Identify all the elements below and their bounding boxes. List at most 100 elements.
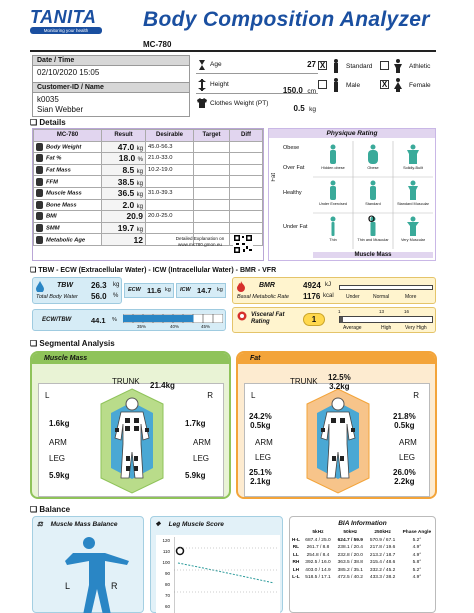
bmr-label: BMR — [259, 282, 275, 289]
physique-x-label: Muscle Mass — [313, 252, 433, 258]
detail-target — [193, 198, 230, 212]
detail-diff — [229, 198, 263, 212]
clothes-row: Clothes Weight (PT) 0.5 kg — [196, 97, 318, 113]
height-value: 150.0 — [282, 86, 303, 95]
muscle-segment-panel: Muscle Mass L R 1.6kg 1.7kg ARM ARM LEG … — [30, 351, 231, 499]
detail-label-text: Fat Mass — [46, 167, 71, 174]
detail-unit: kg — [136, 203, 143, 210]
tbw-pct-unit: % — [113, 293, 119, 299]
muscle-left-marker: L — [45, 391, 50, 400]
fat-right-leg-pct: 26.0% — [393, 468, 416, 477]
leg-score-ytick: 120 — [162, 538, 170, 543]
ecw-tbw-value: 44.1 — [91, 316, 106, 325]
icw-value: 14.7 — [197, 286, 212, 295]
bia-table: 5kHz 50kHz 250kHz Phase Angle H-L 687.4 / 25… — [290, 529, 435, 582]
muscle-left-arm-value: 1.6kg — [49, 419, 70, 428]
muscle-balance-title-row: ⚖ Muscle Mass Balance — [37, 520, 117, 528]
detail-value: 47.0 — [117, 141, 135, 152]
fat-trunk-kg: 3.2kg — [329, 382, 350, 391]
ecw-tick-40: 40% — [170, 324, 180, 329]
detail-result: 47.0 kg — [101, 140, 146, 154]
male-checkbox[interactable] — [318, 80, 327, 89]
bia-segment-label: LL — [292, 552, 299, 558]
bia-cell: 332.2 / 45.2 — [369, 567, 396, 573]
bmr-scale-under: Under — [346, 294, 360, 300]
physique-marker: O — [368, 214, 376, 224]
female-checkbox[interactable]: X — [380, 80, 389, 89]
muscle-balance-panel: ⚖ Muscle Mass Balance L R — [32, 516, 144, 613]
col-result: Result — [101, 129, 146, 142]
detail-label-text: Muscle Mass — [46, 190, 82, 197]
physique-grid-lines — [313, 141, 433, 249]
detail-result: 20.9 — [101, 210, 146, 223]
clothes-label: Clothes Weight (PT) — [210, 100, 269, 107]
fat-arm-label-left: ARM — [255, 438, 273, 447]
body-icon — [36, 154, 43, 163]
leg-score-ytick: 70 — [164, 593, 170, 598]
physique-grid: Hidden obese Obese Solidly-Built Under E… — [313, 141, 433, 249]
details-title: Details — [39, 118, 66, 127]
body-icon — [36, 189, 43, 198]
customer-box: Customer-ID / Name k0035 Sian Webber — [32, 82, 190, 117]
ecw-tbw-box: ECW/TBW 44.1 % 35% 40% 45% — [32, 309, 226, 331]
bia-header-cell: 5kHz — [312, 530, 324, 536]
icw-label: ICW — [180, 287, 191, 293]
muscle-balance-title: Muscle Mass Balance — [50, 521, 118, 528]
bia-cell: 385.2 / 35.1 — [337, 567, 363, 573]
detail-label: BMI — [33, 210, 102, 223]
muscle-right-marker: R — [207, 391, 213, 400]
athletic-checkbox[interactable] — [380, 61, 389, 70]
details-row: Body Weight 47.0 kg 45.0-56.3 — [33, 140, 263, 154]
body-icon — [36, 212, 43, 221]
leg-score-yaxis: 120 110 100 90 80 70 60 — [156, 535, 170, 612]
detail-label-text: Metabolic Age — [46, 237, 86, 244]
cell-thin: Thin — [329, 238, 337, 242]
age-value: 27 — [307, 60, 316, 69]
leg-score-ytick: 80 — [164, 582, 170, 587]
clothes-value: 0.5 — [293, 104, 305, 113]
ecw-value: 11.6 — [147, 286, 162, 295]
details-panel: MC-780 Result Desirable Target Diff Body… — [32, 128, 264, 261]
detail-value: 8.5 — [122, 165, 135, 176]
ecw-box: ECW 11.6 kg — [124, 283, 174, 298]
bia-segment-label: LH — [292, 567, 300, 573]
tbw-value: 26.3 — [91, 281, 107, 290]
detail-result: 18.0 % — [101, 152, 146, 165]
detail-value: 20.9 — [126, 211, 143, 222]
clothes-reading: 0.5 kg — [294, 98, 316, 116]
detail-desirable — [145, 198, 194, 212]
muscle-left-leg-value: 5.9kg — [49, 471, 70, 480]
ecw-tick-45: 45% — [201, 324, 211, 329]
qr-code-icon[interactable] — [233, 234, 253, 254]
fat-trunk-values: 12.5% 3.2kg — [328, 373, 351, 391]
date-label: Date / Time — [32, 55, 190, 66]
physique-title: Physique Rating — [269, 129, 435, 138]
balance-heading: ❏ Balance — [30, 505, 71, 514]
standard-checkbox[interactable]: X — [318, 61, 327, 70]
bia-cell: 261.7 / 8.8 — [306, 545, 330, 551]
fat-left-arm-values: 24.2% 0.5kg — [249, 412, 272, 430]
muscle-body-figure — [100, 388, 164, 494]
cell-solidly-built: Solidly-Built — [403, 166, 423, 170]
detail-diff — [229, 140, 263, 154]
fat-right-arm-values: 21.8% 0.5kg — [393, 412, 416, 430]
physique-y-label: Fat — [271, 173, 277, 182]
bmr-kcal: 1176 — [303, 292, 321, 301]
bia-cell: 518.5 / 17.1 — [305, 575, 331, 581]
fat-right-leg-values: 26.0% 2.2kg — [393, 468, 416, 486]
vfr-scale-average: Average — [343, 325, 362, 331]
bmr-scale-normal: Normal — [373, 294, 390, 300]
detail-target — [193, 140, 230, 154]
detail-label-text: Fat % — [46, 156, 62, 163]
details-row: FFM 38.5 kg — [33, 175, 263, 188]
logo-tagline: Monitoring your health — [30, 27, 102, 34]
vfr-scale-bar — [339, 316, 433, 323]
physique-row-healthy: Healthy — [283, 190, 302, 196]
detail-label: FFM — [33, 175, 102, 188]
vfr-tick-13: 13 — [379, 309, 385, 314]
vfr-tick-1: 1 — [338, 309, 341, 314]
detail-target — [193, 152, 230, 165]
logo-wordmark: TANITA — [30, 7, 97, 27]
col-model: MC-780 — [33, 129, 102, 142]
details-row: Fat Mass 8.5 kg 10.2-19.0 — [33, 163, 263, 177]
